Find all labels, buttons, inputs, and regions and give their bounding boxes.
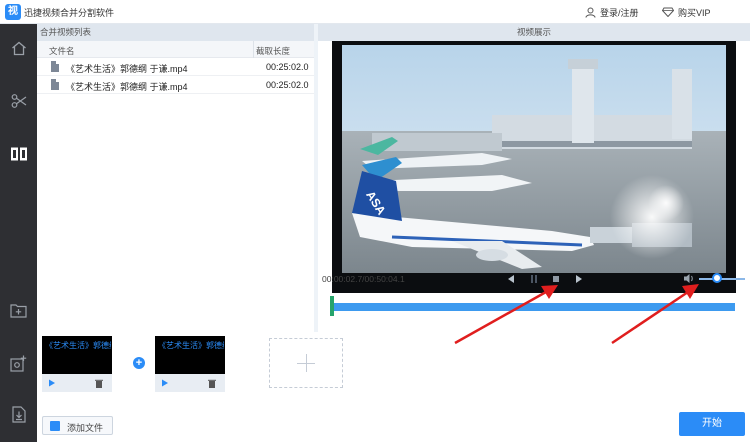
file-length: 00:25:02.0 [266, 62, 309, 72]
sidebar-settings-button[interactable] [0, 345, 37, 381]
volume-icon[interactable] [683, 273, 695, 284]
merge-plus-icon: + [133, 357, 145, 369]
diamond-icon [662, 7, 674, 17]
app-logo: 视 [5, 4, 21, 20]
app-title: 迅捷视频合并分割软件 [24, 8, 115, 18]
sidebar-merge-button[interactable] [0, 136, 37, 172]
timeline-playhead[interactable] [330, 296, 334, 316]
clip-title: 《艺术生活》郭德纲 [45, 341, 111, 350]
sidebar-home-button[interactable] [0, 30, 37, 66]
volume-slider-knob[interactable] [712, 273, 723, 283]
folder-add-icon [10, 303, 27, 318]
file-icon [51, 79, 59, 90]
home-icon [11, 41, 26, 55]
pause-icon[interactable] [529, 274, 539, 284]
volume-slider-track[interactable] [699, 278, 745, 280]
trash-icon[interactable] [208, 379, 216, 388]
play-icon[interactable] [48, 379, 56, 387]
sidebar [0, 24, 37, 442]
file-row[interactable]: 《艺术生活》郭德纲 于谦.mp4 00:25:02.0 [37, 58, 314, 76]
video-preview-panel: 视频展示 ASA 00:00:02.7/00:50:04.1 [318, 24, 750, 332]
clip-item[interactable]: 《艺术生活》郭德纲 [155, 336, 225, 392]
clip-item[interactable]: 《艺术生活》郭德纲 [42, 336, 112, 392]
login-label: 登录/注册 [600, 7, 639, 18]
merge-icon [10, 147, 27, 161]
sidebar-export-button[interactable] [0, 396, 37, 432]
play-icon[interactable] [161, 379, 169, 387]
trash-icon[interactable] [95, 379, 103, 388]
preview-title: 视频展示 [318, 24, 750, 41]
file-icon [51, 61, 59, 72]
airport-scene-image: ASA [332, 41, 736, 293]
scissors-icon [11, 94, 26, 108]
column-separator [253, 41, 254, 58]
add-file-icon [50, 421, 60, 431]
column-filename: 文件名 [49, 46, 75, 56]
list-header: 文件名 截取长度 [37, 41, 314, 58]
title-bar: 视 迅捷视频合并分割软件 登录/注册 购买VIP [0, 0, 750, 24]
login-button[interactable]: 登录/注册 [585, 4, 639, 20]
clip-thumbnail: 《艺术生活》郭德纲 [155, 336, 225, 374]
user-icon [585, 7, 596, 18]
add-file-label: 添加文件 [67, 423, 104, 433]
stop-icon[interactable] [551, 274, 561, 284]
add-clip-slot[interactable] [269, 338, 343, 388]
start-button[interactable]: 开始 [679, 412, 745, 436]
player-controls: 00:00:02.7/00:50:04.1 [318, 273, 750, 294]
clip-thumbnail: 《艺术生活》郭德纲 [42, 336, 112, 374]
file-name: 《艺术生活》郭德纲 于谦.mp4 [66, 82, 188, 92]
file-name: 《艺术生活》郭德纲 于谦.mp4 [66, 64, 188, 74]
file-row[interactable]: 《艺术生活》郭德纲 于谦.mp4 00:25:02.0 [37, 76, 314, 94]
merge-list-title: 合并视频列表 [37, 24, 314, 41]
file-length: 00:25:02.0 [266, 80, 309, 90]
clip-title: 《艺术生活》郭德纲 [158, 341, 224, 350]
document-export-icon [11, 405, 26, 423]
buy-vip-button[interactable]: 购买VIP [662, 4, 711, 20]
sidebar-split-button[interactable] [0, 83, 37, 119]
time-display: 00:00:02.7/00:50:04.1 [322, 274, 405, 284]
column-length: 截取长度 [256, 46, 291, 56]
vip-label: 购买VIP [678, 7, 711, 18]
add-file-button[interactable]: 添加文件 [42, 416, 113, 435]
gear-add-icon [10, 355, 27, 372]
timeline-bar[interactable] [330, 303, 735, 311]
clip-strip: 《艺术生活》郭德纲 + 《艺术生活》郭德纲 添加文件 开始 [37, 332, 750, 442]
merge-list-panel: 合并视频列表 文件名 截取长度 《艺术生活》郭德纲 于谦.mp4 00:25:0… [37, 24, 314, 332]
video-frame[interactable]: ASA [332, 41, 736, 293]
previous-frame-icon[interactable] [506, 274, 516, 284]
next-frame-icon[interactable] [574, 274, 584, 284]
sidebar-add-folder-button[interactable] [0, 292, 37, 328]
